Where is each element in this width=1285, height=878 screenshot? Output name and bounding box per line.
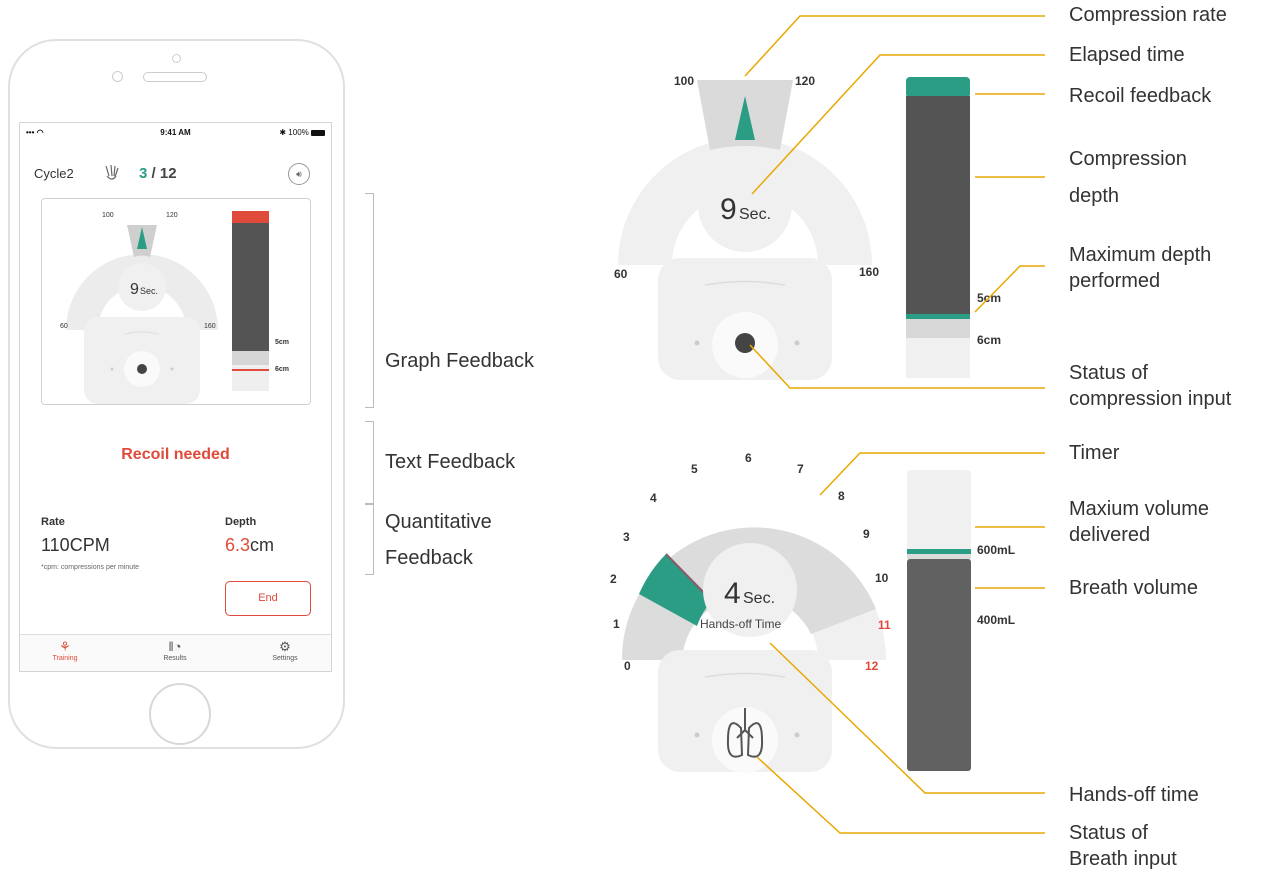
callout-hands-off-time: Hands-off time: [1069, 784, 1199, 806]
callout-timer: Timer: [1069, 442, 1120, 464]
callout-status-compression-2: compression input: [1069, 388, 1232, 410]
callout-max-depth-1: Maximum depth: [1069, 244, 1212, 266]
callout-max-depth-2: performed: [1069, 270, 1161, 292]
callout-compression-rate: Compression rate: [1069, 4, 1227, 26]
callout-elapsed-time: Elapsed time: [1069, 44, 1185, 66]
callout-status-breath-2: Breath input: [1069, 848, 1177, 870]
callout-recoil-feedback: Recoil feedback: [1069, 85, 1212, 107]
callout-max-volume-1: Maxium volume: [1069, 498, 1210, 520]
callout-compression-depth-1: Compression: [1069, 148, 1187, 170]
callout-breath-volume: Breath volume: [1069, 577, 1198, 599]
callout-max-volume-2: delivered: [1069, 524, 1151, 546]
callout-lines: [744, 15, 1045, 834]
callout-status-compression-1: Status of: [1069, 362, 1148, 384]
callout-status-breath-1: Status of: [1069, 822, 1148, 844]
callout-compression-depth-2: depth: [1069, 185, 1120, 207]
